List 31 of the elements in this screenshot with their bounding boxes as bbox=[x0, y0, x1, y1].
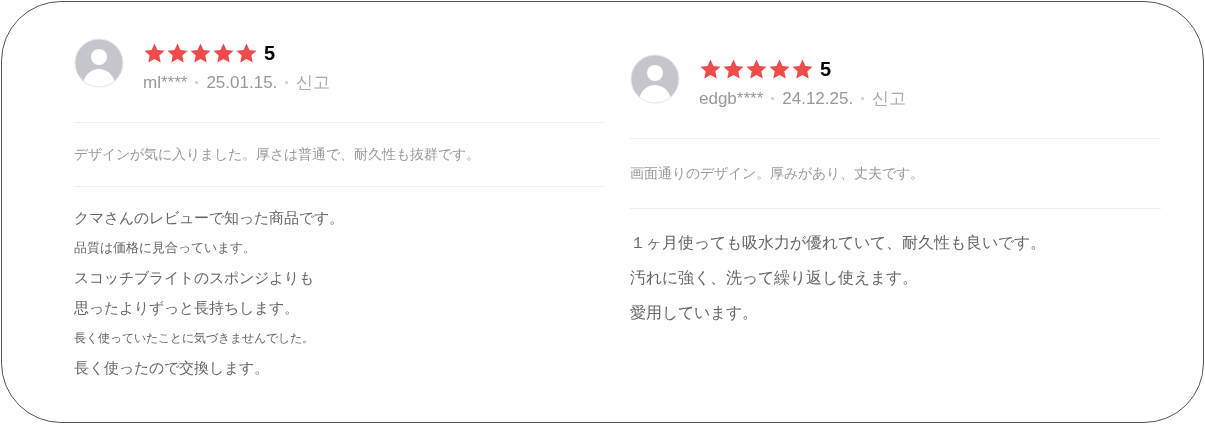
review-text: 長く使ったので交換します。 bbox=[74, 357, 270, 379]
review-text: 品質は価格に見合っています。 bbox=[74, 238, 257, 257]
star-icon bbox=[166, 41, 189, 65]
star-icon bbox=[791, 57, 814, 81]
review-text: 汚れに強く、洗って繰り返し使えます。 bbox=[630, 266, 919, 289]
username: edgb**** bbox=[699, 88, 764, 110]
star-icon bbox=[235, 41, 258, 65]
review-date: 25.01.15. bbox=[206, 72, 278, 94]
review-text: クマさんのレビューで知った商品です。 bbox=[74, 207, 345, 229]
avatar-icon bbox=[74, 38, 124, 88]
rating-score: 5 bbox=[820, 57, 832, 82]
review-summary: デザインが気に入りました。厚さは普通で、耐久性も抜群です。 bbox=[74, 144, 481, 164]
avatar-icon bbox=[630, 54, 680, 104]
rating-score: 5 bbox=[264, 41, 276, 66]
report-link[interactable]: 신고 bbox=[296, 70, 331, 96]
star-icon bbox=[745, 57, 768, 81]
star-icon bbox=[212, 41, 235, 65]
star-icon bbox=[143, 41, 166, 65]
review-date: 24.12.25. bbox=[782, 88, 854, 110]
star-icon bbox=[722, 57, 745, 81]
review-text: スコッチブライトのスポンジよりも bbox=[74, 267, 315, 289]
star-icon bbox=[768, 57, 791, 81]
review-text: １ヶ月使っても吸水力が優れていて、耐久性も良いです。 bbox=[630, 231, 1047, 254]
review-text: 愛用しています。 bbox=[630, 301, 759, 324]
star-icon bbox=[699, 57, 722, 81]
review-text: 長く使っていたことに気づきませんでした。 bbox=[74, 329, 315, 347]
star-icon bbox=[189, 41, 212, 65]
username: ml**** bbox=[143, 72, 188, 94]
report-link[interactable]: 신고 bbox=[872, 86, 907, 112]
review-summary: 画面通りのデザイン。厚みがあり、丈夫です。 bbox=[630, 163, 925, 183]
review-text: 思ったよりずっと長持ちします。 bbox=[74, 297, 300, 319]
